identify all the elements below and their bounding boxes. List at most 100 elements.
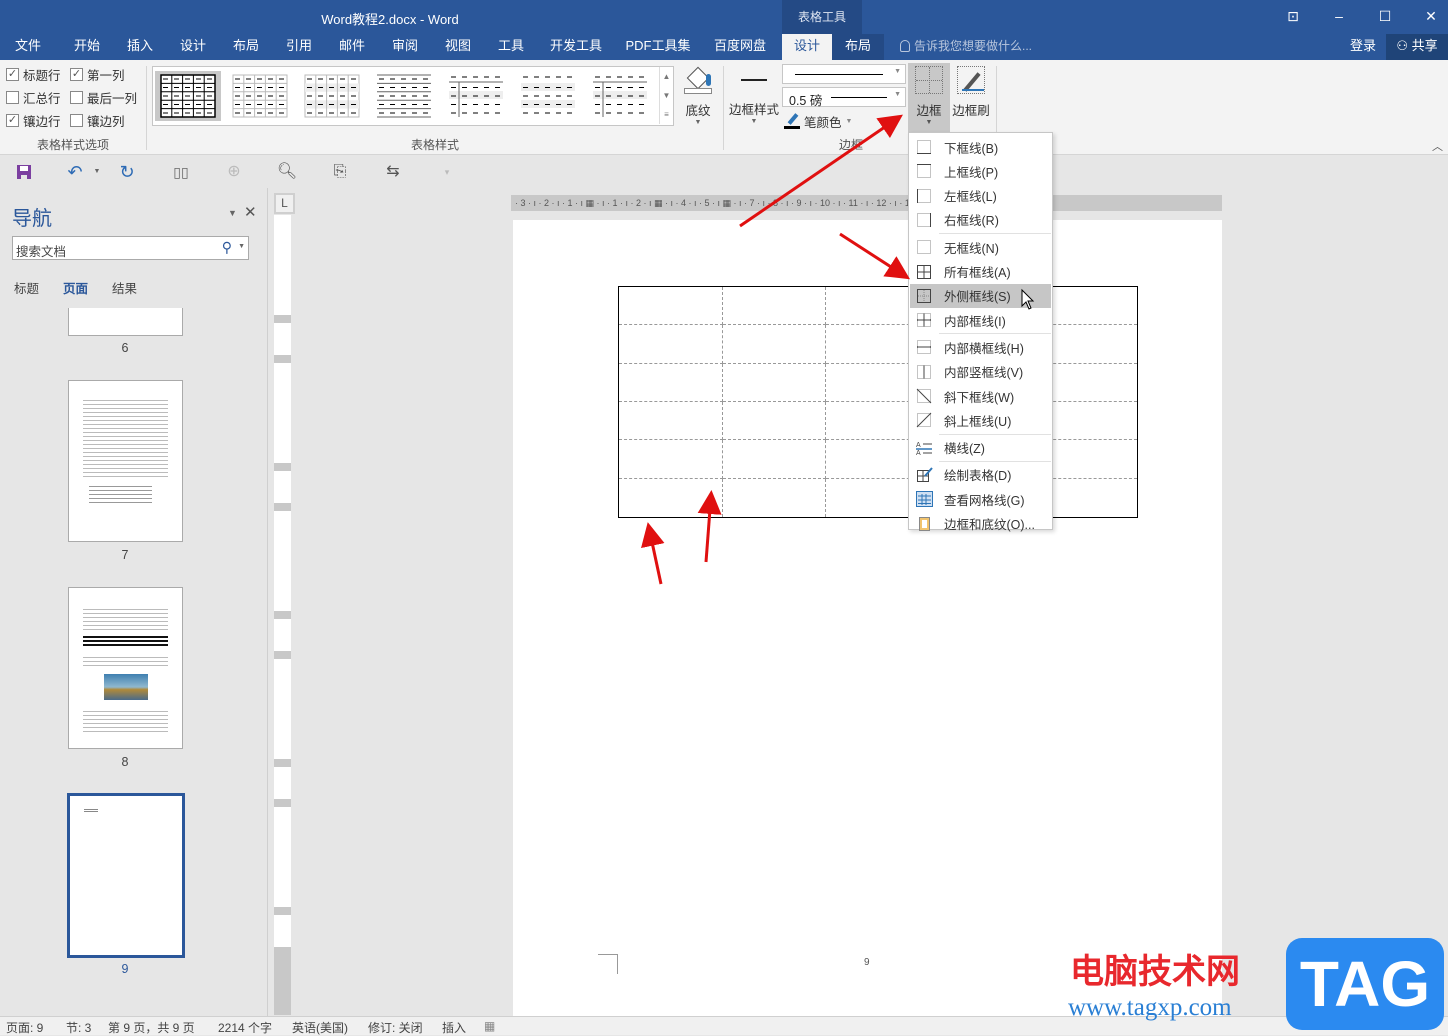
menu-item-horizontal-line[interactable]: A A 横线(Z): [910, 436, 1051, 460]
page-thumbnail-7[interactable]: [68, 380, 183, 542]
table-cell[interactable]: [619, 402, 723, 441]
macro-record-icon[interactable]: ▦: [484, 1019, 495, 1033]
tab-view[interactable]: 视图: [433, 34, 483, 60]
table-style-grid[interactable]: [155, 71, 221, 121]
menu-item-top-border[interactable]: 上框线(P): [910, 159, 1051, 183]
collapse-ribbon-button[interactable]: ︿: [1432, 138, 1443, 154]
table-style-header-banded[interactable]: [443, 71, 509, 121]
menu-item-bottom-border[interactable]: 下框线(B): [910, 135, 1051, 159]
table-cell[interactable]: [722, 325, 827, 364]
share-button[interactable]: ⚇ 共享: [1386, 34, 1448, 60]
status-page-of[interactable]: 第 9 页，共 9 页: [108, 1019, 195, 1036]
sign-in-link[interactable]: 登录: [1350, 34, 1376, 58]
table-cell[interactable]: [722, 363, 827, 402]
table-style-plain-banded[interactable]: [515, 71, 581, 121]
insert-comment-button[interactable]: ⇆: [382, 161, 404, 183]
table-cell[interactable]: [619, 325, 723, 364]
status-track-changes[interactable]: 修订: 关闭: [368, 1019, 423, 1036]
page-thumbnail-8[interactable]: [68, 587, 183, 749]
gallery-scroll-down[interactable]: ▼: [659, 86, 673, 105]
banded-columns-checkbox[interactable]: 镶边列: [70, 111, 125, 129]
menu-item-inside-horizontal-border[interactable]: 内部横框线(H): [910, 335, 1051, 359]
line-style-dropdown[interactable]: ▼: [782, 64, 906, 84]
status-word-count[interactable]: 2214 个字: [218, 1019, 272, 1036]
menu-item-draw-table[interactable]: 绘制表格(D): [910, 463, 1051, 487]
header-row-checkbox[interactable]: ✓ 标题行: [6, 65, 61, 83]
read-mode-button[interactable]: ▯▯: [170, 161, 192, 183]
menu-item-view-gridlines[interactable]: 查看网格线(G): [910, 487, 1051, 511]
table-cell[interactable]: [722, 402, 827, 441]
table-cell[interactable]: [619, 440, 723, 479]
nav-tab-pages[interactable]: 页面: [63, 278, 88, 297]
menu-item-inside-borders[interactable]: 内部框线(I): [910, 308, 1051, 332]
status-language[interactable]: 英语(美国): [292, 1019, 348, 1036]
pen-color-button[interactable]: 笔颜色 ▼: [784, 111, 852, 131]
horizontal-ruler[interactable]: · 3 · ı · 2 · ı · 1 · ı ▦ · ı · 1 · ı · …: [511, 195, 1222, 211]
customize-qat-button[interactable]: ▾: [436, 161, 458, 183]
vertical-ruler[interactable]: [274, 215, 291, 1015]
table-cell[interactable]: [619, 287, 723, 326]
table-cell[interactable]: [619, 478, 723, 517]
status-insert-mode[interactable]: 插入: [442, 1019, 466, 1036]
borders-button[interactable]: 边框 ▼: [908, 63, 950, 133]
tab-references[interactable]: 引用: [274, 34, 324, 60]
gallery-scroll-up[interactable]: ▲: [659, 67, 673, 86]
menu-item-inside-vertical-border[interactable]: 内部竖框线(V): [910, 360, 1051, 384]
undo-dropdown[interactable]: ▼: [86, 161, 108, 183]
tab-developer[interactable]: 开发工具: [540, 34, 612, 60]
nav-options-button[interactable]: ▼: [228, 208, 237, 218]
page-thumbnail-6[interactable]: [68, 308, 183, 336]
tab-review[interactable]: 审阅: [380, 34, 430, 60]
border-styles-button[interactable]: 边框样式 ▼: [728, 64, 780, 130]
tab-layout[interactable]: 布局: [221, 34, 271, 60]
nav-tab-headings[interactable]: 标题: [14, 278, 39, 297]
table-cell[interactable]: [619, 363, 723, 402]
tab-table-layout[interactable]: 布局: [832, 34, 884, 60]
save-button[interactable]: [13, 161, 35, 183]
table-cell[interactable]: [722, 440, 827, 479]
ribbon-display-options-button[interactable]: ⊡: [1282, 6, 1304, 26]
tab-pdf-tools[interactable]: PDF工具集: [620, 34, 696, 60]
shading-button[interactable]: 底纹 ▼: [678, 64, 718, 130]
tab-baidu-netdisk[interactable]: 百度网盘: [704, 34, 776, 60]
print-preview-button[interactable]: 🔍︎: [276, 161, 298, 183]
page-thumbnail-9-selected[interactable]: [67, 793, 185, 958]
menu-item-no-border[interactable]: 无框线(N): [910, 235, 1051, 259]
tab-table-design[interactable]: 设计: [782, 34, 832, 60]
tab-insert[interactable]: 插入: [115, 34, 165, 60]
first-column-checkbox[interactable]: ✓ 第一列: [70, 65, 125, 83]
tab-mailings[interactable]: 邮件: [327, 34, 377, 60]
undo-button[interactable]: ↶: [64, 161, 86, 183]
tab-design[interactable]: 设计: [168, 34, 218, 60]
hyperlink-button[interactable]: ⊕: [223, 161, 245, 183]
table-style-header-column[interactable]: [587, 71, 653, 121]
nav-close-button[interactable]: ✕: [244, 203, 257, 221]
tab-stop-selector[interactable]: L: [274, 193, 295, 214]
banded-rows-checkbox[interactable]: ✓ 镶边行: [6, 111, 61, 129]
status-section[interactable]: 节: 3: [66, 1019, 91, 1036]
table-cell[interactable]: [723, 478, 827, 517]
table-style-light-grid[interactable]: [227, 71, 293, 121]
menu-item-right-border[interactable]: 右框线(R): [910, 208, 1051, 232]
attach-file-button[interactable]: ⎘: [329, 161, 351, 183]
tab-file[interactable]: 文件: [2, 34, 54, 60]
menu-item-diagonal-down-border[interactable]: 斜下框线(W): [910, 384, 1051, 408]
maximize-button[interactable]: ☐: [1374, 6, 1396, 26]
total-row-checkbox[interactable]: 汇总行: [6, 88, 61, 106]
last-column-checkbox[interactable]: 最后一列: [70, 88, 137, 106]
tell-me-search[interactable]: 告诉我您想要做什么...: [900, 34, 1032, 60]
search-document-input[interactable]: 搜索文档 ⚲ ▼: [12, 236, 249, 260]
menu-item-diagonal-up-border[interactable]: 斜上框线(U): [910, 408, 1051, 432]
nav-tab-results[interactable]: 结果: [112, 278, 137, 297]
document-table[interactable]: [618, 286, 1138, 518]
tab-tools[interactable]: 工具: [486, 34, 536, 60]
menu-item-borders-and-shading[interactable]: 边框和底纹(O)...: [910, 512, 1051, 536]
menu-item-all-borders[interactable]: 所有框线(A): [910, 260, 1051, 284]
close-button[interactable]: ✕: [1420, 6, 1442, 26]
menu-item-outside-borders[interactable]: 外侧框线(S): [910, 283, 1051, 308]
table-style-banded-grid[interactable]: [299, 71, 365, 121]
line-weight-dropdown[interactable]: 0.5 磅 ▼: [782, 87, 906, 108]
minimize-button[interactable]: –: [1328, 6, 1350, 26]
status-page[interactable]: 页面: 9: [6, 1019, 43, 1036]
table-cell[interactable]: [722, 287, 827, 326]
